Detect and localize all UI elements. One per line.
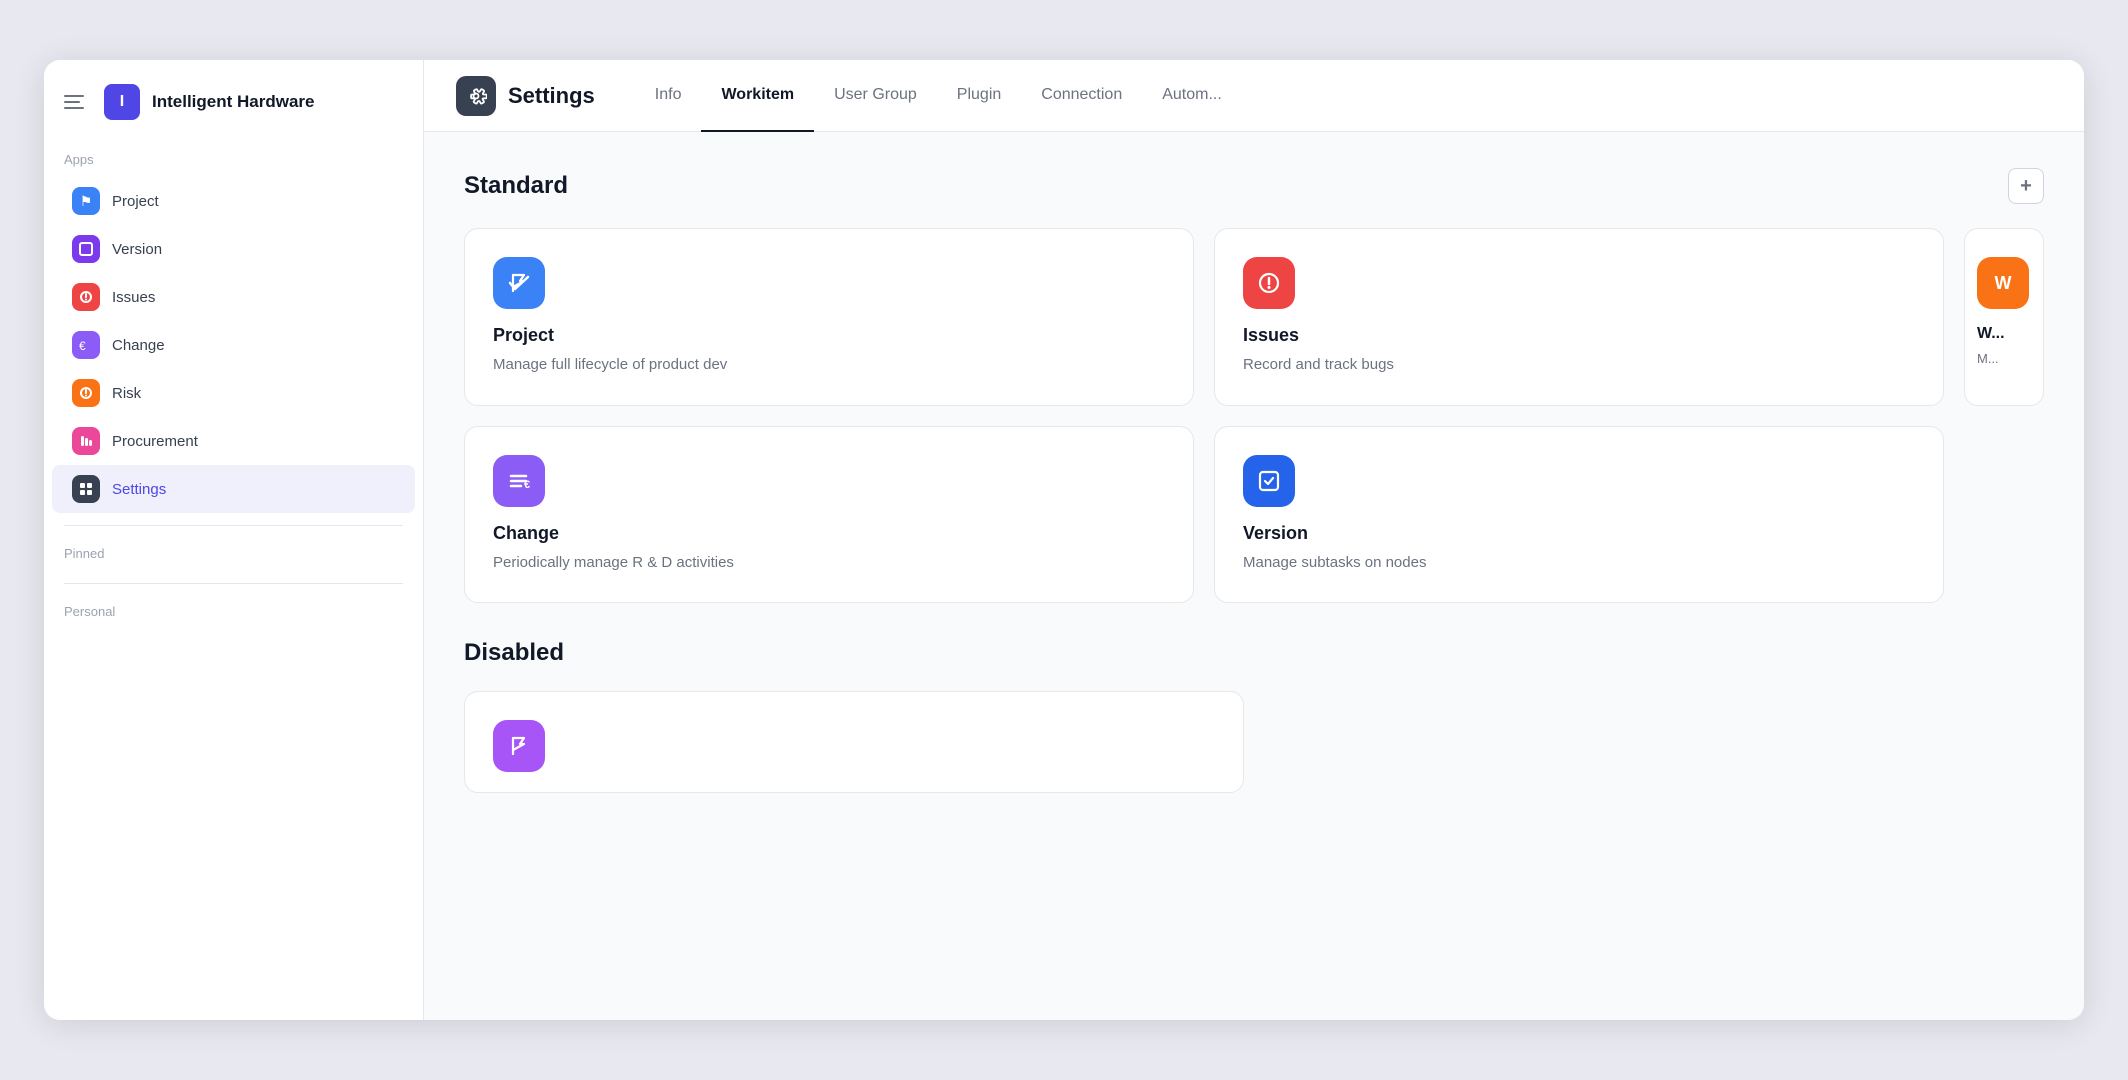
sidebar-divider-1 [64,525,403,526]
page-title: Settings [508,83,595,109]
workspace-logo: I [104,84,140,120]
issues-card-title: Issues [1243,325,1915,346]
disabled-label: Disabled [464,639,564,666]
version-card-title: Version [1243,523,1915,544]
change-card-title: Change [493,523,1165,544]
issues-card-desc: Record and track bugs [1243,354,1915,377]
project-icon: ⚑ [72,187,100,215]
card-version[interactable]: Version Manage subtasks on nodes [1214,426,1944,604]
disabled-section-header: Disabled [464,639,2044,667]
sidebar-item-label: Procurement [112,433,198,450]
sidebar-item-label: Version [112,241,162,258]
tab-info[interactable]: Info [635,60,702,132]
card-issues[interactable]: Issues Record and track bugs [1214,228,1944,406]
top-bar: Settings Info Workitem User Group Plugin… [424,60,2084,132]
sidebar-item-label: Project [112,193,159,210]
add-button[interactable]: + [2008,168,2044,204]
standard-section-header: Standard + [464,168,2044,204]
hamburger-menu-icon[interactable] [64,88,92,116]
card-project[interactable]: Project Manage full lifecycle of product… [464,228,1194,406]
top-navigation: Info Workitem User Group Plugin Connecti… [635,60,2052,132]
pinned-section-label: Pinned [44,546,423,571]
sidebar-item-risk[interactable]: Risk [52,369,415,417]
main-content: Settings Info Workitem User Group Plugin… [424,60,2084,1020]
sidebar: I Intelligent Hardware Apps ⚑ Project Ve… [44,60,424,1020]
sidebar-item-settings[interactable]: Settings [52,465,415,513]
apps-section-label: Apps [44,152,423,177]
partial-card-right-top: W W... M... [1964,228,2044,406]
tab-connection[interactable]: Connection [1021,60,1142,132]
change-card-desc: Periodically manage R & D activities [493,552,1165,575]
project-card-icon [493,257,545,309]
sidebar-header: I Intelligent Hardware [44,84,423,144]
risk-icon [72,379,100,407]
change-icon: € [72,331,100,359]
settings-icon [72,475,100,503]
personal-section-label: Personal [44,604,423,629]
sidebar-item-version[interactable]: Version [52,225,415,273]
sidebar-divider-2 [64,583,403,584]
tab-automation[interactable]: Autom... [1142,60,1242,132]
disabled-card-icon [493,720,545,772]
sidebar-item-issues[interactable]: Issues [52,273,415,321]
sidebar-item-label: Issues [112,289,155,306]
svg-text:€: € [79,339,86,352]
partial-card-icon: W [1977,257,2029,309]
sidebar-item-label: Change [112,337,165,354]
change-card-icon: € [493,455,545,507]
sidebar-item-project[interactable]: ⚑ Project [52,177,415,225]
svg-text:€: € [524,479,530,491]
sidebar-item-procurement[interactable]: Procurement [52,417,415,465]
issues-card-icon [1243,257,1295,309]
project-card-desc: Manage full lifecycle of product dev [493,354,1165,377]
workspace-name: Intelligent Hardware [152,92,314,112]
card-change[interactable]: € Change Periodically manage R & D activ… [464,426,1194,604]
standard-label: Standard [464,172,568,200]
tab-user-group[interactable]: User Group [814,60,937,132]
issues-icon [72,283,100,311]
content-area: Standard + [424,132,2084,1020]
card-disabled-partial[interactable] [464,691,1244,793]
tab-plugin[interactable]: Plugin [937,60,1021,132]
version-icon [72,235,100,263]
partial-card-title: W... [1977,325,2031,343]
procurement-icon [72,427,100,455]
project-card-title: Project [493,325,1165,346]
partial-card-desc: M... [1977,351,2031,366]
settings-page-icon [456,76,496,116]
tab-workitem[interactable]: Workitem [701,60,814,132]
sidebar-item-label: Risk [112,385,141,402]
sidebar-item-change[interactable]: € Change [52,321,415,369]
version-card-desc: Manage subtasks on nodes [1243,552,1915,575]
sidebar-item-label: Settings [112,481,166,498]
version-card-icon [1243,455,1295,507]
